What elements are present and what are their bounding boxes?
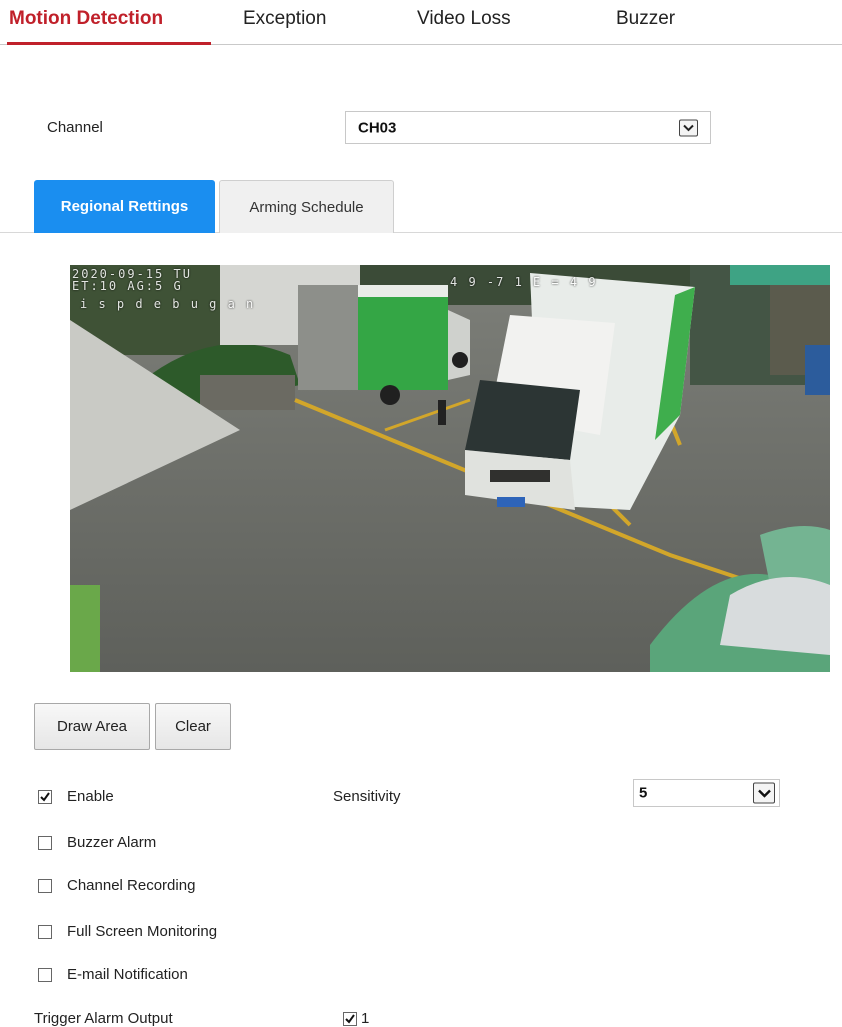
- sensitivity-select[interactable]: 5: [633, 779, 780, 807]
- osd-right: 4 9 -7 1 E = 4 9: [450, 275, 598, 289]
- sensitivity-value: 5: [639, 784, 648, 802]
- email-notification-checkbox[interactable]: [38, 968, 52, 982]
- checkmark-icon: [345, 1014, 355, 1024]
- tab-motion-detection[interactable]: Motion Detection: [9, 8, 163, 30]
- buzzer-alarm-checkbox[interactable]: [38, 836, 52, 850]
- sensitivity-label: Sensitivity: [333, 788, 401, 805]
- video-preview[interactable]: 2020-09-15 TU ET:10 AG:5 G i s p d e b u…: [70, 265, 830, 672]
- channel-select[interactable]: CH03: [345, 111, 711, 144]
- channel-recording-label: Channel Recording: [67, 877, 196, 894]
- osd-debug: i s p d e b u g a n: [80, 297, 256, 311]
- clear-button[interactable]: Clear: [155, 703, 231, 750]
- tab-exception[interactable]: Exception: [243, 8, 326, 30]
- enable-label: Enable: [67, 788, 114, 805]
- full-screen-monitoring-label: Full Screen Monitoring: [67, 923, 218, 940]
- channel-select-value: CH03: [358, 119, 397, 136]
- active-tab-indicator: [7, 42, 211, 45]
- channel-recording-checkbox[interactable]: [38, 879, 52, 893]
- full-screen-monitoring-checkbox[interactable]: [38, 925, 52, 939]
- top-tab-bar: Motion Detection Exception Video Loss Bu…: [0, 0, 842, 45]
- chevron-down-icon[interactable]: [753, 782, 775, 804]
- osd-exposure: ET:10 AG:5 G: [72, 279, 183, 293]
- tab-arming-schedule[interactable]: Arming Schedule: [219, 180, 394, 233]
- draw-area-button[interactable]: Draw Area: [34, 703, 150, 750]
- tab-buzzer[interactable]: Buzzer: [616, 8, 675, 30]
- trigger-alarm-output-label: Trigger Alarm Output: [34, 1010, 173, 1027]
- checkmark-icon: [40, 792, 50, 802]
- tab-regional-settings[interactable]: Regional Rettings: [34, 180, 215, 233]
- tab-video-loss[interactable]: Video Loss: [417, 8, 511, 30]
- chevron-down-icon[interactable]: [679, 119, 698, 136]
- enable-checkbox[interactable]: [38, 790, 52, 804]
- camera-snapshot: [70, 265, 830, 672]
- email-notification-label: E-mail Notification: [67, 966, 188, 983]
- trigger-alarm-output-1-label: 1: [361, 1010, 370, 1027]
- channel-label: Channel: [47, 119, 103, 136]
- trigger-alarm-output-1-checkbox[interactable]: [343, 1012, 357, 1026]
- buzzer-alarm-label: Buzzer Alarm: [67, 834, 157, 851]
